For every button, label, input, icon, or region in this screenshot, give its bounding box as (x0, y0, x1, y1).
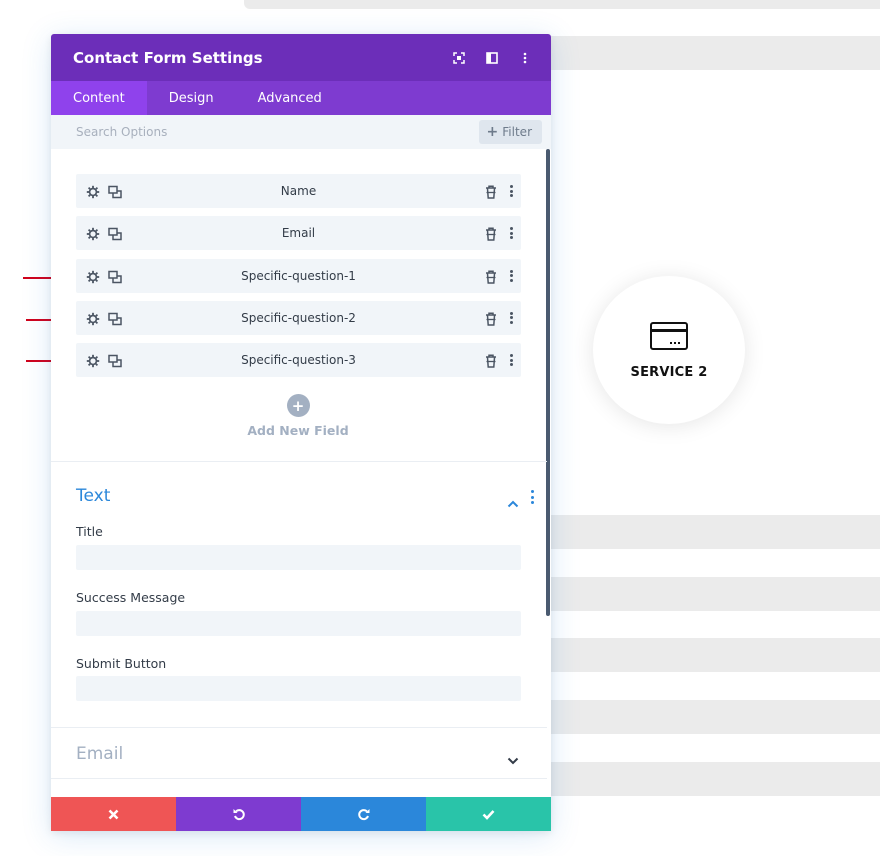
add-new-field-button[interactable]: + Add New Field (241, 394, 355, 438)
close-icon (108, 809, 119, 819)
service-label: SERVICE 2 (630, 365, 708, 380)
field-row-name[interactable]: Name (76, 174, 521, 208)
trash-icon[interactable] (485, 353, 497, 368)
field-row-email[interactable]: Email (76, 216, 521, 251)
section-title-text[interactable]: Text (76, 486, 110, 506)
settings-modal: Contact Form Settings Content Design Adv… (51, 34, 551, 831)
undo-button[interactable] (176, 797, 301, 831)
page: SERVICE 2 Contact Form Settings Content … (0, 0, 880, 856)
field-row-specific-question-3[interactable]: Specific-question-3 (76, 343, 521, 378)
field-label: Name (280, 184, 317, 198)
trash-icon[interactable] (485, 269, 497, 284)
duplicate-icon[interactable] (108, 269, 122, 283)
field-label: Specific-question-3 (241, 353, 356, 368)
search-bar: + Filter (51, 115, 551, 149)
redo-icon (357, 809, 369, 821)
divider (51, 461, 547, 462)
tab-advanced[interactable]: Advanced (236, 81, 344, 115)
more-vertical-icon[interactable] (508, 352, 514, 368)
more-vertical-icon[interactable] (508, 310, 514, 326)
duplicate-icon[interactable] (108, 184, 122, 199)
field-label: Specific-question-2 (241, 310, 356, 325)
title-field[interactable] (76, 545, 521, 570)
more-vertical-icon[interactable] (508, 268, 514, 284)
success-message-field[interactable] (76, 611, 521, 636)
trash-icon[interactable] (485, 226, 497, 242)
gear-icon[interactable] (86, 226, 100, 241)
tab-bar: Content Design Advanced (51, 81, 551, 115)
background-bar (548, 700, 880, 734)
field-label: Specific-question-1 (241, 268, 356, 283)
trash-icon[interactable] (485, 311, 497, 326)
background-bar (548, 638, 880, 672)
check-icon (482, 809, 495, 820)
more-vertical-icon[interactable] (508, 225, 514, 241)
filter-button[interactable]: + Filter (478, 120, 542, 144)
gear-icon[interactable] (86, 353, 100, 368)
redo-button[interactable] (301, 797, 426, 831)
background-bar (548, 577, 880, 611)
more-vertical-icon[interactable] (531, 490, 535, 504)
gear-icon[interactable] (86, 269, 100, 283)
chevron-up-icon[interactable] (507, 493, 519, 508)
background-bar (548, 515, 880, 549)
cancel-button[interactable] (51, 797, 176, 831)
divider (51, 778, 547, 779)
duplicate-icon[interactable] (108, 311, 122, 326)
more-vertical-icon[interactable] (517, 50, 533, 66)
duplicate-icon[interactable] (108, 226, 122, 241)
background-bar (548, 36, 880, 70)
modal-title: Contact Form Settings (73, 48, 263, 67)
service-card[interactable]: SERVICE 2 (593, 276, 745, 424)
more-vertical-icon[interactable] (508, 183, 514, 199)
divider (51, 727, 547, 728)
modal-footer (51, 797, 551, 831)
success-message-option-label: Success Message (76, 590, 186, 605)
undo-icon (233, 809, 245, 821)
save-button[interactable] (426, 797, 551, 831)
field-label: Email (281, 226, 316, 241)
plus-icon: + (286, 394, 310, 417)
field-list: Name Email Specific-question-1 Specific-… (76, 174, 521, 385)
field-row-specific-question-1[interactable]: Specific-question-1 (76, 258, 521, 293)
credit-card-icon (650, 322, 688, 350)
submit-button-field[interactable] (76, 676, 521, 701)
tab-design[interactable]: Design (147, 81, 236, 115)
duplicate-icon[interactable] (108, 353, 122, 368)
filter-label: Filter (502, 125, 532, 139)
screenshot-icon[interactable] (451, 50, 467, 66)
gear-icon[interactable] (86, 311, 100, 326)
section-title-email[interactable]: Email (76, 744, 123, 764)
chevron-down-icon[interactable] (507, 750, 519, 765)
split-view-icon[interactable] (484, 50, 500, 66)
plus-icon: + (486, 124, 499, 140)
add-field-label: Add New Field (247, 423, 349, 438)
modal-header[interactable]: Contact Form Settings (51, 34, 551, 81)
scrollbar[interactable] (546, 149, 550, 616)
field-row-specific-question-2[interactable]: Specific-question-2 (76, 300, 521, 335)
submit-button-option-label: Submit Button (76, 656, 167, 671)
gear-icon[interactable] (86, 184, 100, 199)
background-bar (548, 762, 880, 796)
trash-icon[interactable] (485, 184, 497, 199)
title-option-label: Title (76, 524, 103, 539)
tab-content[interactable]: Content (51, 81, 147, 115)
background-bar (244, 0, 880, 9)
